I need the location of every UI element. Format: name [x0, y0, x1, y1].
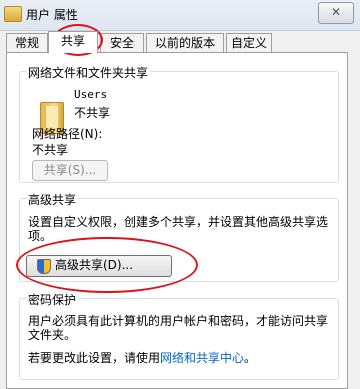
sharing-panel: 网络文件和文件夹共享 Users 不共享 网络路径(N): 不共享 共享(S).… — [6, 52, 348, 389]
folder-icon — [4, 6, 22, 22]
network-sharing-group: 网络文件和文件夹共享 Users 不共享 网络路径(N): 不共享 共享(S).… — [19, 64, 339, 183]
advanced-description-line1: 设置自定义权限，创建多个共享，并设置其他高级共享选 — [28, 215, 329, 229]
change-setting-prefix: 若要更改此设置，请使用 — [28, 351, 161, 365]
close-button[interactable]: ✕ — [318, 2, 354, 24]
tab-security[interactable]: 安全 — [100, 33, 144, 52]
network-path-label: 网络路径(N): — [32, 127, 103, 141]
change-setting-suffix: 。 — [244, 351, 257, 365]
network-path-value: 不共享 — [32, 143, 69, 157]
password-protection-group: 密码保护 用户必须具有此计算机的用户帐户和密码，才能访问共享 文件夹。 若要更改… — [19, 291, 339, 380]
password-protection-title: 密码保护 — [26, 291, 79, 308]
share-status: 不共享 — [74, 106, 111, 120]
advanced-sharing-button[interactable]: 高级共享(D)... — [26, 255, 172, 277]
advanced-sharing-title: 高级共享 — [26, 191, 79, 208]
tab-previous-versions[interactable]: 以前的版本 — [146, 33, 224, 52]
tab-sharing[interactable]: 共享 — [48, 31, 98, 53]
folder-name: Users — [74, 88, 108, 101]
password-description-line2: 文件夹。 — [28, 328, 77, 342]
title-bar: 用户 属性 ✕ — [0, 0, 360, 31]
tab-customize[interactable]: 自定义 — [226, 33, 272, 52]
advanced-description-line2: 项。 — [28, 229, 53, 243]
network-sharing-title: 网络文件和文件夹共享 — [26, 64, 151, 81]
share-button[interactable]: 共享(S)... — [32, 160, 108, 181]
network-sharing-center-link[interactable]: 网络和共享中心 — [160, 351, 244, 365]
tab-general[interactable]: 常规 — [6, 33, 48, 52]
change-setting-text: 若要更改此设置，请使用网络和共享中心。 — [28, 349, 256, 366]
advanced-sharing-button-label: 高级共享(D)... — [55, 258, 134, 272]
window-title: 用户 属性 — [26, 8, 78, 22]
uac-shield-icon — [37, 259, 51, 274]
